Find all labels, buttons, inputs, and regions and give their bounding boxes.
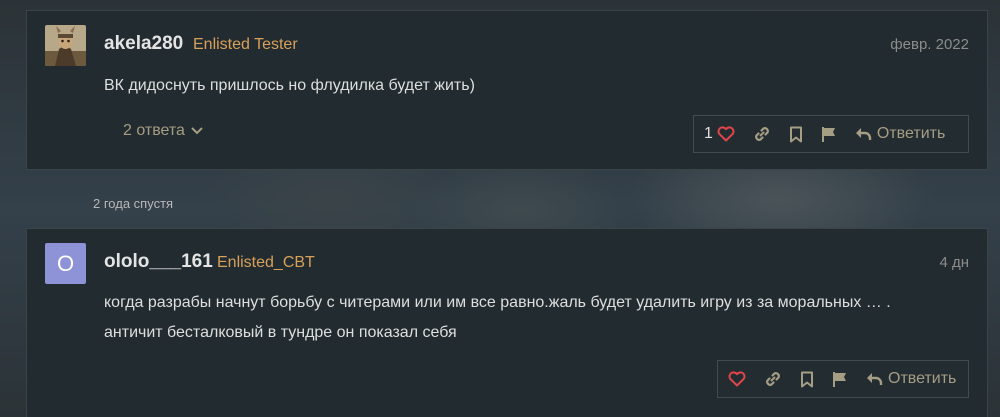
- post-actions: 1 Ответить: [693, 115, 969, 153]
- bookmark-icon: [789, 126, 802, 142]
- reply-button[interactable]: Ответить: [855, 116, 945, 152]
- reply-button[interactable]: Ответить: [866, 361, 956, 397]
- post-actions: Ответить: [717, 360, 969, 398]
- bookmark-icon: [801, 371, 813, 387]
- username[interactable]: akela280: [104, 33, 183, 55]
- flag-icon: [821, 126, 835, 142]
- reply-label: Ответить: [876, 125, 946, 142]
- copy-link-button[interactable]: [753, 116, 771, 152]
- reply-label: Ответить: [888, 370, 957, 387]
- flag-button[interactable]: [821, 116, 837, 152]
- like-button[interactable]: [728, 361, 746, 397]
- soldier-avatar-icon: [45, 25, 86, 66]
- time-gap-label: 2 года спустя: [93, 196, 174, 211]
- reply-arrow-icon: [867, 373, 883, 385]
- replies-toggle[interactable]: 2 ответа: [123, 122, 203, 140]
- post-text: ВК дидоснуть пришлось но флудилка будет …: [104, 71, 475, 101]
- reply-arrow-icon: [855, 128, 872, 140]
- user-title: Enlisted_CBT: [217, 254, 315, 271]
- heart-icon: [717, 126, 735, 142]
- copy-link-button[interactable]: [764, 361, 782, 397]
- post-date[interactable]: февр. 2022: [890, 36, 969, 53]
- like-count: 1: [704, 125, 713, 142]
- flag-icon: [833, 371, 846, 387]
- post-card: O ololo___161 Enlisted_CBT 4 дн когда ра…: [26, 228, 988, 417]
- bookmark-button[interactable]: [789, 116, 803, 152]
- heart-icon: [728, 371, 746, 387]
- replies-label: 2 ответа: [123, 122, 185, 139]
- avatar[interactable]: O: [45, 243, 86, 284]
- chevron-down-icon: [191, 127, 203, 135]
- post-card: akela280 Enlisted Tester февр. 2022 ВК д…: [26, 10, 988, 170]
- post-text-line: античит бесталковый в тундре он показал …: [104, 324, 457, 341]
- post-date[interactable]: 4 дн: [939, 254, 969, 271]
- link-icon: [755, 127, 769, 141]
- post-text-line: когда разрабы начнут борьбу с читерами и…: [104, 294, 891, 311]
- user-title: Enlisted Tester: [193, 36, 298, 53]
- bookmark-button[interactable]: [800, 361, 814, 397]
- like-button[interactable]: 1: [704, 116, 735, 152]
- avatar[interactable]: [45, 25, 86, 66]
- avatar-letter: O: [45, 243, 86, 284]
- flag-button[interactable]: [832, 361, 848, 397]
- post-text-line: ВК дидоснуть пришлось но флудилка будет …: [104, 77, 475, 94]
- username[interactable]: ololo___161: [104, 251, 213, 273]
- link-icon: [766, 372, 780, 386]
- post-text: когда разрабы начнут борьбу с читерами и…: [104, 288, 891, 348]
